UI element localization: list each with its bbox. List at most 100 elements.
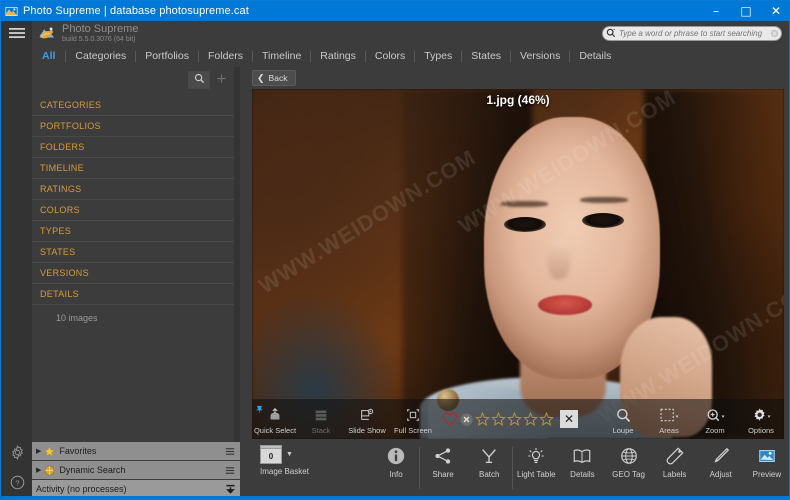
overlay-label: Full Screen	[394, 426, 432, 435]
pin-icon[interactable]	[255, 401, 264, 419]
rating-star-1[interactable]	[474, 411, 490, 427]
tab-details[interactable]: Details	[570, 50, 620, 62]
sidebar-item-categories[interactable]: CATEGORIES	[32, 95, 240, 116]
expander-icon[interactable]: ▶	[36, 447, 41, 455]
list-menu-icon[interactable]	[224, 466, 236, 475]
rating-star-3[interactable]	[506, 411, 522, 427]
sidebar-item-states[interactable]: STATES	[32, 242, 240, 263]
tab-timeline[interactable]: Timeline	[253, 50, 310, 62]
basket-caret-icon[interactable]: ▼	[286, 451, 293, 458]
overlay-areas[interactable]: Areas	[646, 399, 692, 439]
window-title: Photo Supreme | database photosupreme.ca…	[23, 5, 249, 17]
tab-categories[interactable]: Categories	[66, 50, 135, 62]
rating-star-4[interactable]	[522, 411, 538, 427]
image-basket-label: Image Basket	[260, 467, 309, 476]
bottom-item-label: Details	[570, 470, 595, 479]
heart-icon[interactable]	[442, 411, 458, 427]
bottom-item-share[interactable]: Share	[420, 439, 466, 479]
sidebar-item-folders[interactable]: FOLDERS	[32, 137, 240, 158]
dynamic-search-icon	[44, 465, 55, 476]
viewer-back-bar: ❮ Back	[246, 67, 789, 89]
sidebar-item-versions[interactable]: VERSIONS	[32, 263, 240, 284]
tab-versions[interactable]: Versions	[511, 50, 569, 62]
tab-states[interactable]: States	[462, 50, 510, 62]
sidebar-item-label: VERSIONS	[40, 268, 89, 278]
tab-colors[interactable]: Colors	[366, 50, 414, 62]
basket-count: 0	[268, 451, 274, 461]
bottom-item-labels[interactable]: Labels	[652, 439, 698, 479]
collapse-down-icon[interactable]	[224, 484, 236, 495]
svg-text:?: ?	[15, 479, 19, 488]
zoom-icon	[705, 406, 726, 424]
main-menu-button[interactable]	[2, 21, 32, 49]
sidebar-scrollbar[interactable]	[234, 67, 240, 442]
sidebar-item-details[interactable]: DETAILS	[32, 284, 240, 305]
sidebar-item-types[interactable]: TYPES	[32, 221, 240, 242]
rating-star-2[interactable]	[490, 411, 506, 427]
loupe-icon	[615, 406, 632, 424]
sidebar-panels: ▶ Favorites ▶ Dynamic Search Activity (n…	[32, 442, 240, 499]
sidebar-add-button[interactable]	[210, 71, 232, 89]
global-search-box[interactable]	[602, 25, 782, 41]
close-button[interactable]: ✕	[761, 1, 789, 21]
maximize-button[interactable]: □	[731, 1, 761, 21]
bottom-item-label: Info	[389, 470, 403, 479]
photo-viewport[interactable]: WWW.WEIDOWN.COM WWW.WEIDOWN.COM WWW.WEID…	[252, 89, 784, 439]
clear-circle-icon[interactable]	[767, 29, 781, 38]
settings-button[interactable]	[2, 440, 32, 470]
panel-label-favorites: Favorites	[59, 446, 97, 456]
panel-dynamic-search[interactable]: ▶ Dynamic Search	[32, 461, 240, 479]
reject-circle-icon[interactable]	[458, 411, 474, 427]
sidebar-item-portfolios[interactable]: PORTFOLIOS	[32, 116, 240, 137]
preview-icon	[757, 445, 777, 467]
light-table-icon	[526, 445, 546, 467]
overlay-label: Options	[748, 426, 774, 435]
photo-image: WWW.WEIDOWN.COM WWW.WEIDOWN.COM WWW.WEID…	[252, 89, 784, 439]
file-label: 1.jpg (46%)	[486, 93, 550, 107]
list-menu-icon[interactable]	[224, 447, 236, 456]
rating-star-5[interactable]	[538, 411, 554, 427]
bottom-item-preview[interactable]: Preview	[744, 439, 789, 479]
bottom-item-label: Batch	[478, 470, 500, 479]
overlay-zoom[interactable]: Zoom	[692, 399, 738, 439]
basket-icon: 0	[260, 448, 282, 464]
stack-icon	[313, 406, 329, 424]
bottom-item-adjust[interactable]: Adjust	[698, 439, 744, 479]
bottom-item-info[interactable]: Info	[373, 439, 419, 479]
sidebar-item-ratings[interactable]: RATINGS	[32, 179, 240, 200]
minimize-icon: –	[713, 4, 719, 18]
overlay-full-screen[interactable]: Full Screen	[390, 399, 436, 439]
overlay-options[interactable]: Options	[738, 399, 784, 439]
sidebar-item-colors[interactable]: COLORS	[32, 200, 240, 221]
tab-portfolios[interactable]: Portfolios	[136, 50, 198, 62]
sidebar-section-list: CATEGORIES PORTFOLIOS FOLDERS TIMELINE RATIN…	[32, 95, 240, 305]
bottom-item-details[interactable]: Details	[559, 439, 605, 479]
quick-select-icon	[267, 406, 283, 424]
close-box-icon[interactable]: ✕	[560, 410, 578, 428]
bottom-item-light-table[interactable]: Light Table	[513, 439, 559, 479]
sidebar-search-button[interactable]	[188, 71, 210, 89]
tab-bar: All Categories Portfolios Folders Timeline Ra…	[32, 45, 789, 67]
brand-block: Photo Supreme build 5.5.0.3076 (64 bit)	[62, 23, 138, 43]
panel-favorites[interactable]: ▶ Favorites	[32, 442, 240, 460]
overlay-stack[interactable]: Stack	[298, 399, 344, 439]
bottom-item-geo-tag[interactable]: GEO Tag	[605, 439, 651, 479]
details-book-icon	[572, 445, 592, 467]
tab-all[interactable]: All	[32, 50, 65, 62]
overlay-loupe[interactable]: Loupe	[600, 399, 646, 439]
overlay-slide-show[interactable]: Slide Show	[344, 399, 390, 439]
image-basket[interactable]: 0 ▼ Image Basket	[246, 439, 373, 476]
close-icon: ✕	[770, 4, 782, 18]
tab-folders[interactable]: Folders	[199, 50, 252, 62]
share-icon	[433, 445, 453, 467]
bottom-item-batch[interactable]: Batch	[466, 439, 512, 479]
back-button[interactable]: ❮ Back	[252, 70, 297, 86]
search-input[interactable]	[619, 28, 767, 38]
minimize-button[interactable]: –	[701, 1, 731, 21]
tab-types[interactable]: Types	[415, 50, 461, 62]
help-circle-icon: ?	[10, 475, 25, 495]
back-button-label: Back	[268, 73, 288, 83]
sidebar-item-timeline[interactable]: TIMELINE	[32, 158, 240, 179]
expander-icon[interactable]: ▶	[36, 466, 41, 474]
tab-ratings[interactable]: Ratings	[311, 50, 365, 62]
